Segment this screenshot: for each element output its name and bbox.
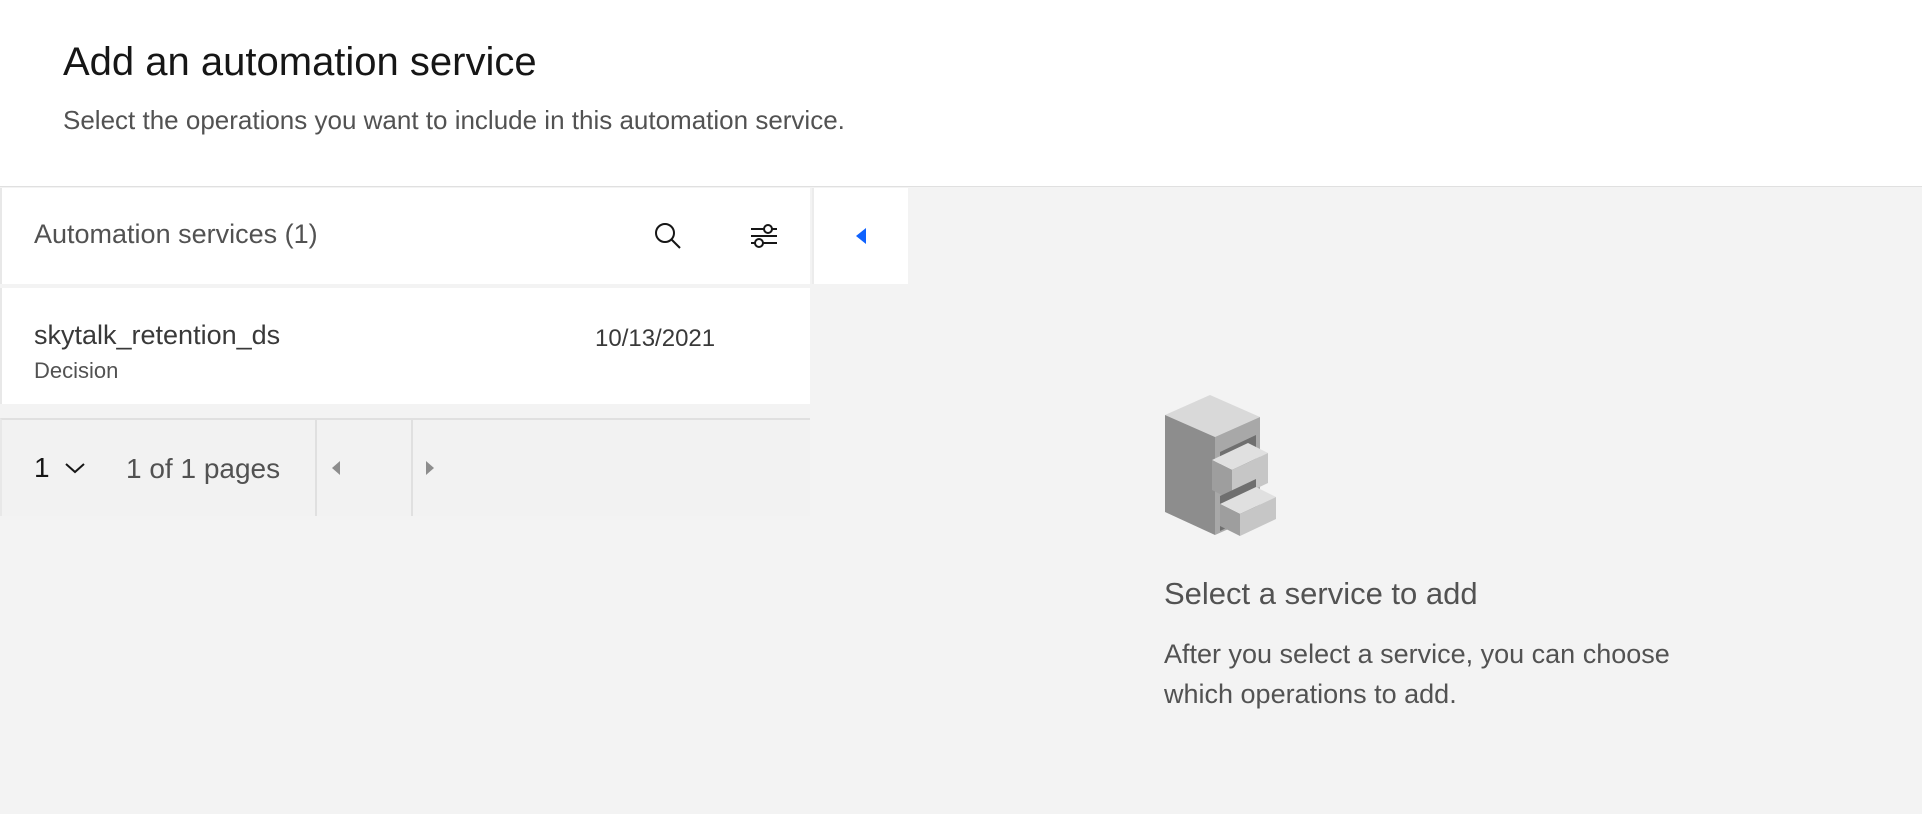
previous-page-button[interactable]: [315, 420, 411, 516]
pagination: 1 1 of 1 pages: [0, 418, 810, 516]
filter-settings-icon: [751, 224, 777, 248]
list-item[interactable]: skytalk_retention_ds Decision 10/13/2021: [0, 288, 810, 404]
search-icon: [655, 223, 681, 249]
chevron-down-icon: [64, 463, 85, 474]
page-number-select[interactable]: 1: [2, 420, 102, 516]
empty-state-title: Select a service to add: [1164, 576, 1478, 611]
page-info: 1 of 1 pages: [126, 453, 281, 484]
page-select-value: 1: [34, 452, 50, 483]
next-page-button[interactable]: [411, 420, 507, 516]
services-list-panel: Automation services (1) skytalk_retentio…: [0, 188, 810, 516]
service-type: Decision: [34, 358, 119, 383]
page-title: Add an automation service: [63, 40, 537, 84]
caret-left-icon: [332, 461, 340, 475]
service-name: skytalk_retention_ds: [34, 320, 281, 350]
list-title: Automation services (1): [34, 219, 318, 249]
caret-right-icon: [426, 461, 434, 475]
page-subtitle: Select the operations you want to includ…: [63, 105, 845, 135]
service-date: 10/13/2021: [595, 325, 716, 352]
filter-button[interactable]: [716, 188, 812, 284]
empty-state-description: After you select a service, you can choo…: [1164, 639, 1670, 709]
page-header: Add an automation service Select the ope…: [0, 0, 1922, 187]
search-button[interactable]: [620, 188, 716, 284]
file-cabinet-illustration: [1165, 395, 1276, 536]
collapse-panel-button[interactable]: [812, 188, 908, 284]
list-toolbar: Automation services (1): [0, 188, 810, 284]
caret-left-icon: [856, 228, 866, 244]
